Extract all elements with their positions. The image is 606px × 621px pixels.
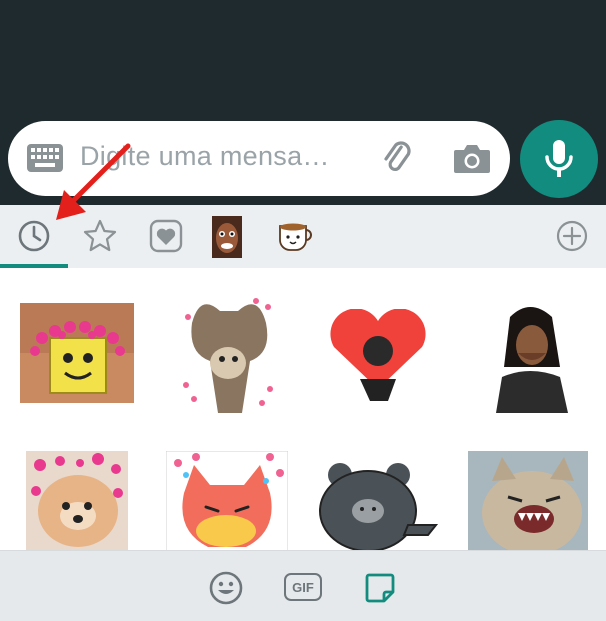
sticker-panel [0,205,606,551]
microphone-icon [545,140,573,177]
sticker-spongebob-hearts[interactable] [20,303,134,403]
heart-sticker-pack-tab[interactable] [148,218,184,254]
sticker-bear-pointing[interactable] [318,461,440,551]
sticker-icon[interactable] [362,570,398,606]
gif-button[interactable]: GIF [284,573,322,601]
sticker-cat-hearts[interactable] [166,451,288,551]
sticker-cat-screaming[interactable] [468,451,588,551]
star-icon[interactable] [82,218,118,254]
cup-sticker-pack-tab[interactable] [276,220,316,252]
plus-icon[interactable] [554,218,590,254]
message-input[interactable]: Digite uma mensa… [80,141,330,172]
face-sticker-pack-tab[interactable] [212,216,242,258]
emoji-icon[interactable] [208,570,244,606]
clock-icon[interactable] [16,218,52,254]
microphone-button[interactable] [520,120,598,198]
paperclip-icon[interactable] [378,139,416,177]
emoji-gif-sticker-switcher: GIF [0,550,606,621]
keyboard-icon[interactable] [26,143,64,173]
sticker-woman-laughing[interactable] [490,297,572,415]
sticker-heart-rock[interactable] [326,309,430,407]
active-tab-indicator [0,264,68,268]
sticker-tab-bar [0,205,606,268]
sticker-pomeranian-hearts[interactable] [26,451,128,551]
camera-icon[interactable] [452,141,492,175]
gif-label: GIF [292,579,314,595]
sticker-sloth-heart[interactable] [180,293,276,415]
message-composer[interactable]: Digite uma mensa… [8,121,510,196]
